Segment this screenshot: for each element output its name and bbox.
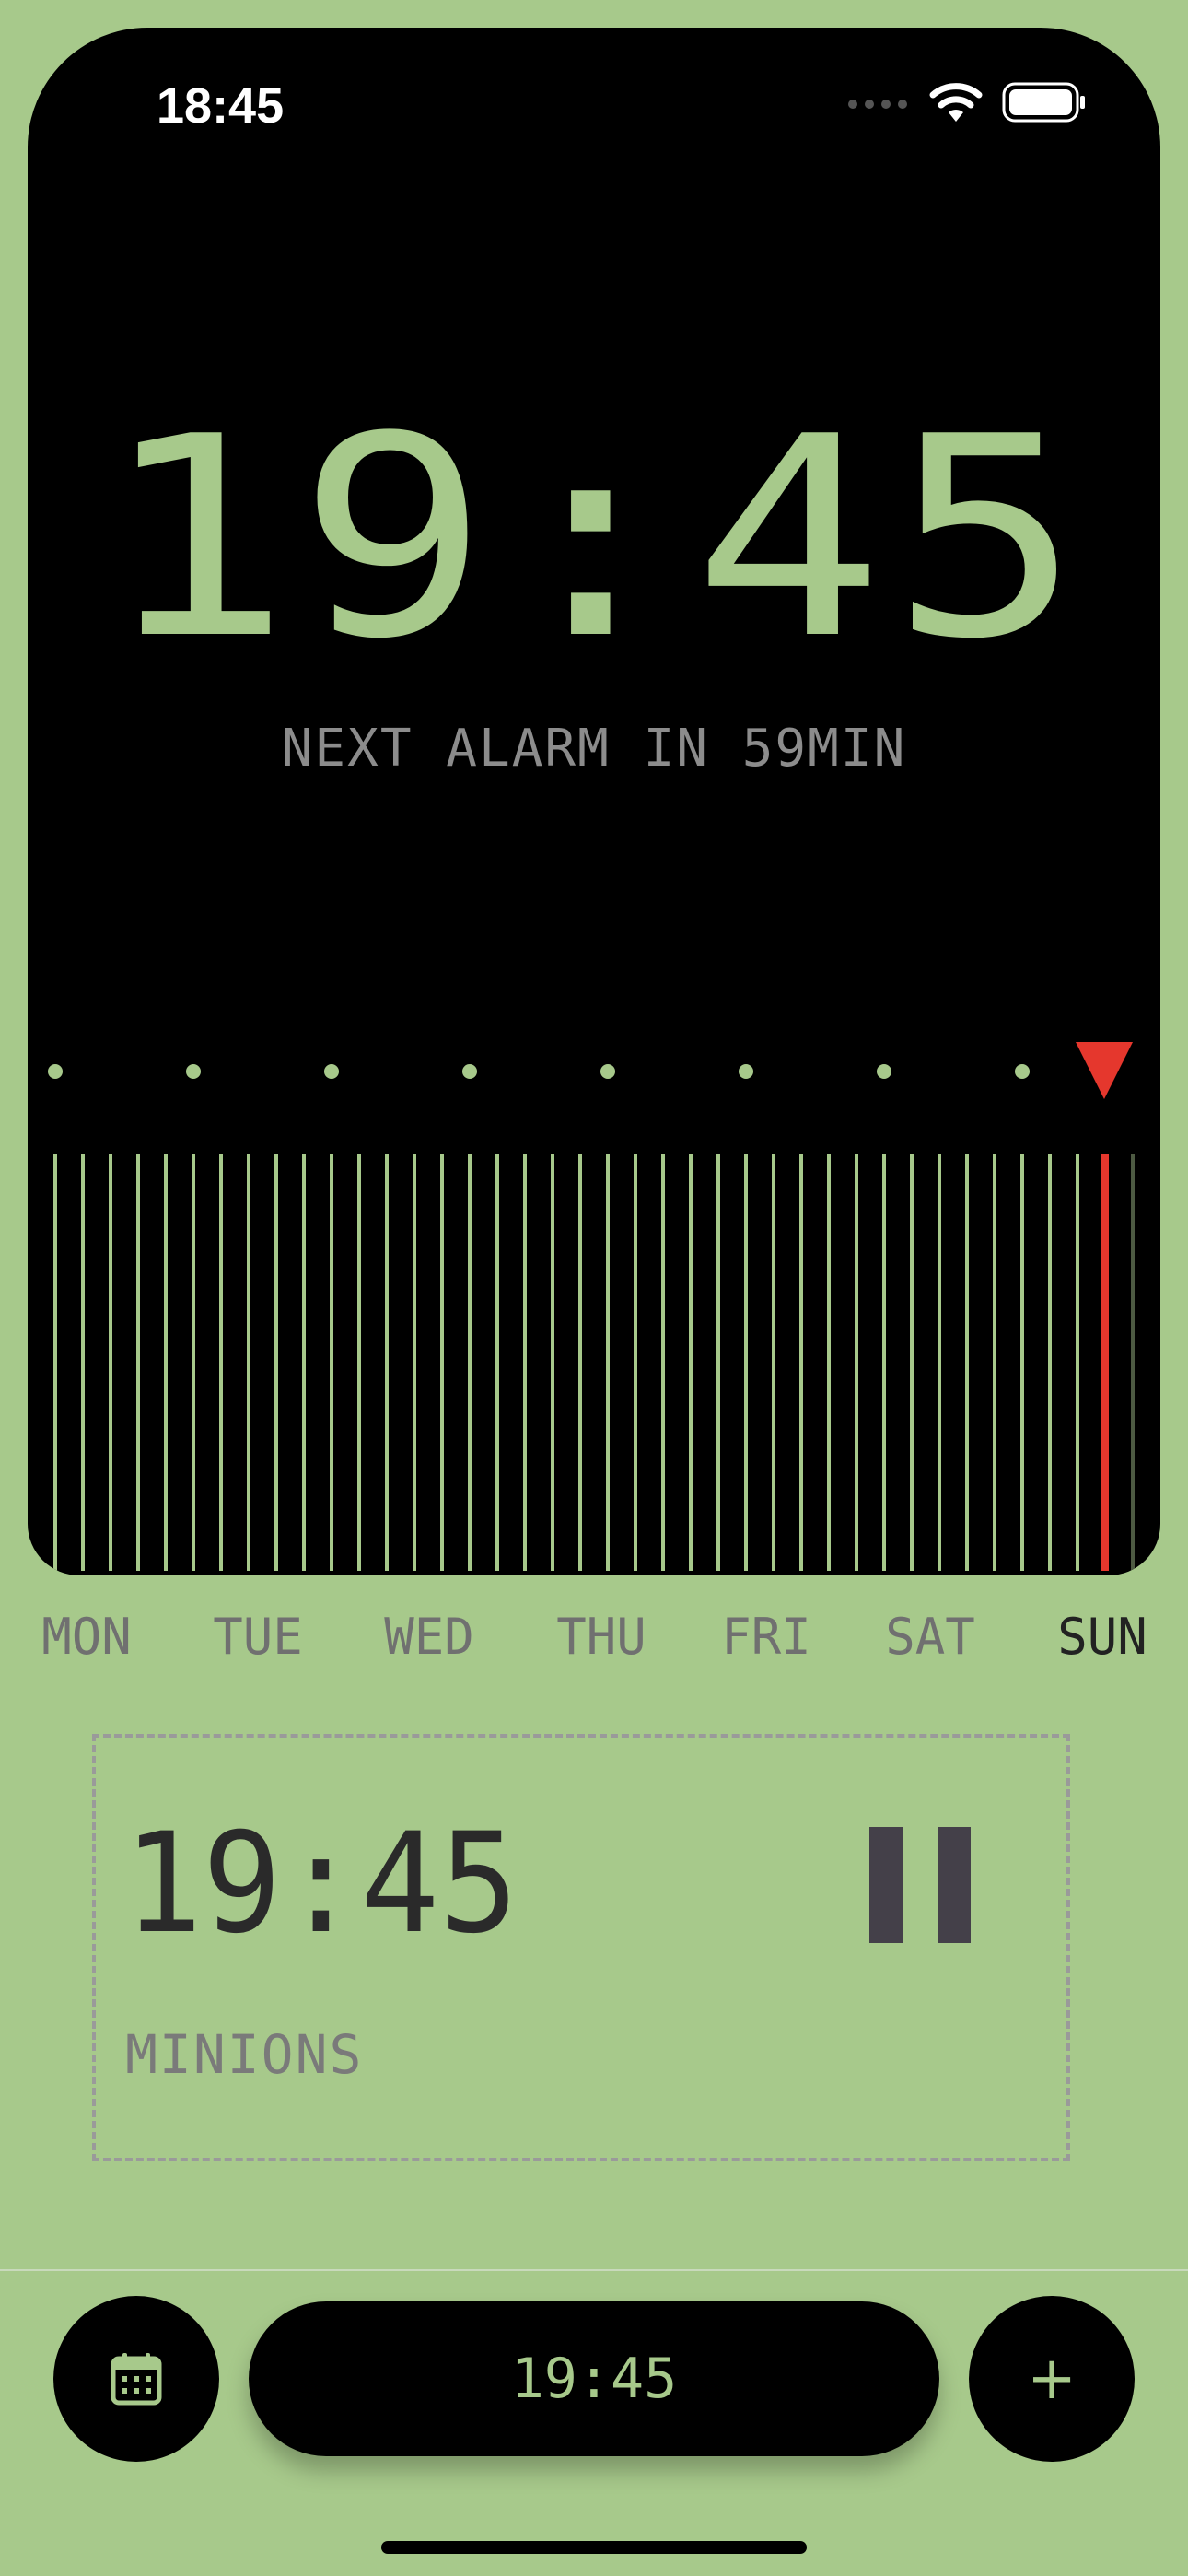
tick-line	[578, 1154, 582, 1571]
tick-line	[1020, 1154, 1024, 1571]
tick-line	[1076, 1154, 1079, 1571]
pause-bar-right	[938, 1827, 971, 1943]
tick-line	[81, 1154, 85, 1571]
wifi-icon	[929, 83, 983, 122]
calendar-button[interactable]	[53, 2296, 219, 2462]
weekday-selector: MON TUE WED THU FRI SAT SUN	[0, 1608, 1188, 1681]
day-tue[interactable]: TUE	[213, 1608, 303, 1666]
divider	[0, 2269, 1188, 2271]
tick-line	[219, 1154, 223, 1571]
tick-line	[413, 1154, 416, 1571]
day-thu[interactable]: THU	[556, 1608, 646, 1666]
plus-icon: +	[1027, 2345, 1077, 2413]
alarm-label: MINIONS	[125, 2023, 364, 2086]
tick-line	[523, 1154, 527, 1571]
cellular-signal-icon	[848, 100, 907, 109]
battery-icon	[1002, 82, 1085, 123]
tick-line	[965, 1154, 969, 1571]
tick-line	[744, 1154, 748, 1571]
status-bar-time: 18:45	[157, 78, 285, 134]
tick-line	[606, 1154, 610, 1571]
tick-line	[440, 1154, 444, 1571]
hour-dot	[324, 1064, 339, 1079]
tick-line	[1131, 1154, 1135, 1571]
tick-line	[938, 1154, 941, 1571]
tick-line	[772, 1154, 775, 1571]
tick-line	[247, 1154, 250, 1571]
tick-line	[882, 1154, 886, 1571]
home-indicator	[381, 2541, 807, 2554]
tick-line	[1048, 1154, 1052, 1571]
hour-dot	[600, 1064, 615, 1079]
tick-line	[689, 1154, 693, 1571]
tick-line	[302, 1154, 306, 1571]
tick-line	[109, 1154, 112, 1571]
tick-line	[799, 1154, 803, 1571]
tick-line	[827, 1154, 831, 1571]
pause-bar-left	[869, 1827, 903, 1943]
tick-line	[910, 1154, 914, 1571]
alarm-card[interactable]: 19:45 MINIONS	[92, 1734, 1070, 2161]
time-scrubber[interactable]	[28, 1027, 1160, 1575]
day-wed[interactable]: WED	[384, 1608, 474, 1666]
status-bar-icons	[845, 81, 1087, 123]
hour-dot	[186, 1064, 201, 1079]
clock-panel: 18:45 19:45 NEXT ALARM IN 59MIN	[28, 28, 1160, 1575]
calendar-icon	[111, 2353, 162, 2406]
hour-dot	[48, 1064, 63, 1079]
alarm-time: 19:45	[123, 1804, 518, 1964]
tick-line	[192, 1154, 195, 1571]
tick-line	[661, 1154, 665, 1571]
hour-dot	[1015, 1064, 1030, 1079]
hour-dot	[739, 1064, 753, 1079]
hour-dot	[462, 1064, 477, 1079]
tick-line	[136, 1154, 140, 1571]
day-sat[interactable]: SAT	[885, 1608, 975, 1666]
tick-line	[468, 1154, 472, 1571]
tick-line	[495, 1154, 499, 1571]
tick-line	[993, 1154, 996, 1571]
tick-line	[634, 1154, 637, 1571]
set-time-label: 19:45	[510, 2347, 678, 2411]
next-alarm-countdown: NEXT ALARM IN 59MIN	[281, 719, 907, 779]
day-fri[interactable]: FRI	[721, 1608, 811, 1666]
hour-dot	[877, 1064, 891, 1079]
tick-line	[53, 1154, 57, 1571]
set-time-button[interactable]: 19:45	[249, 2301, 939, 2456]
tick-line	[551, 1154, 554, 1571]
tick-line	[330, 1154, 333, 1571]
tick-line	[357, 1154, 361, 1571]
tick-line	[385, 1154, 389, 1571]
tick-line	[164, 1154, 168, 1571]
tick-line	[855, 1154, 858, 1571]
current-time-line	[1101, 1154, 1109, 1571]
day-mon[interactable]: MON	[41, 1608, 132, 1666]
pause-icon[interactable]	[869, 1827, 971, 1943]
tick-line	[274, 1154, 278, 1571]
current-alarm-time: 19:45	[99, 378, 1089, 699]
tick-line	[716, 1154, 720, 1571]
current-time-marker-icon	[1076, 1042, 1133, 1099]
day-sun[interactable]: SUN	[1057, 1608, 1147, 1666]
add-alarm-button[interactable]: +	[969, 2296, 1135, 2462]
